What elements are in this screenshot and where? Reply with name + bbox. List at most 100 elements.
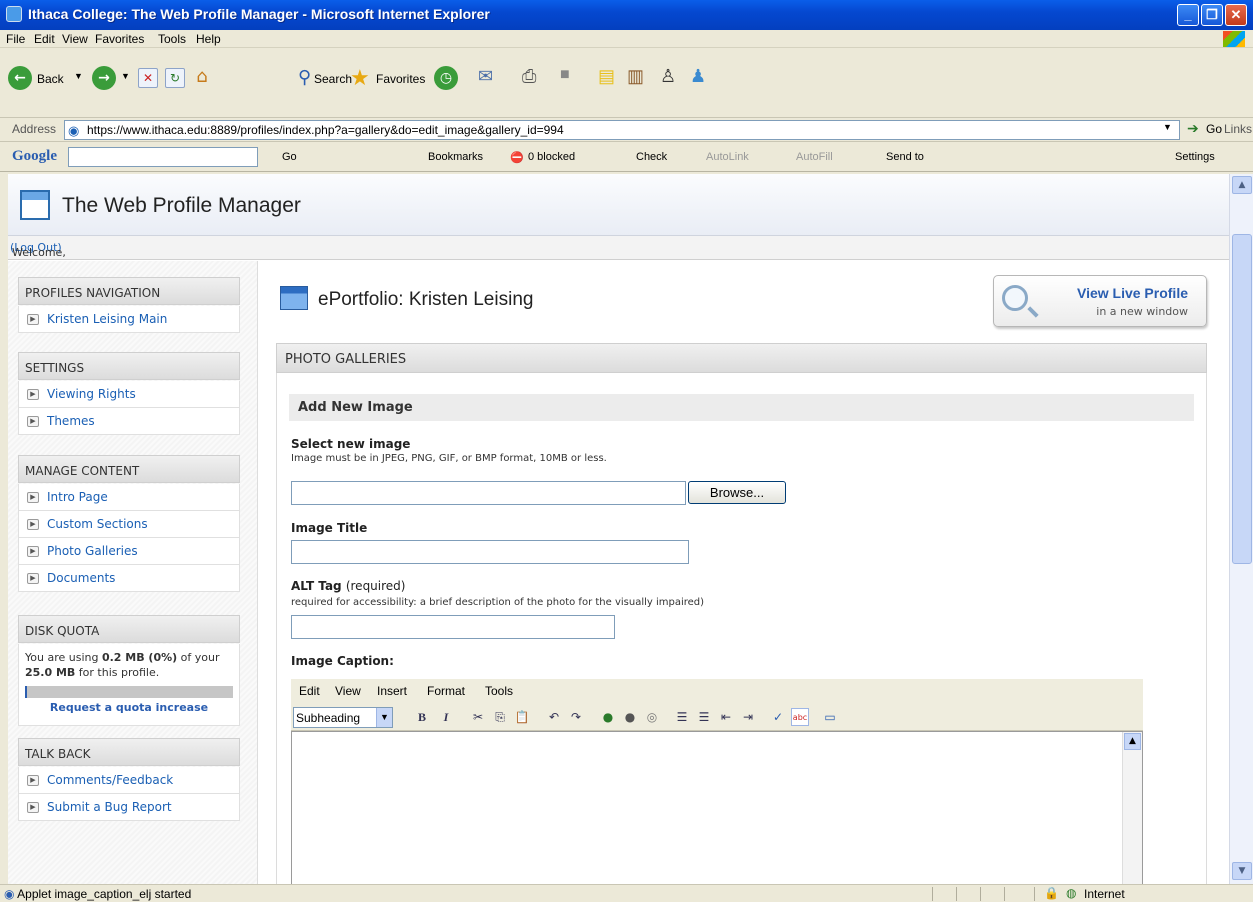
go-button[interactable]: Go	[1206, 122, 1222, 136]
file-path-input[interactable]	[291, 481, 686, 505]
discuss-icon[interactable]: ▤	[598, 66, 615, 87]
scrollbar-thumb[interactable]	[1232, 234, 1252, 564]
stop-icon[interactable]: ✕	[138, 68, 158, 88]
favorites-button[interactable]: Favorites	[376, 72, 425, 86]
remove-link-icon[interactable]: ●	[621, 708, 639, 726]
page-status-icon: ◉	[4, 887, 15, 901]
menu-help[interactable]: Help	[196, 32, 221, 46]
contacts-icon[interactable]: ♟	[690, 66, 706, 87]
image-title-input[interactable]	[291, 540, 689, 564]
search-button[interactable]: Search	[314, 72, 352, 86]
maximize-button[interactable]: ❐	[1201, 4, 1223, 26]
view-live-profile-button[interactable]: View Live Profile in a new window	[993, 275, 1207, 327]
request-quota-link[interactable]: Request a quota increase	[25, 700, 233, 715]
back-dropdown-icon[interactable]: ▼	[74, 71, 83, 81]
sidebar-item-intro-page[interactable]: ▶ Intro Page	[18, 484, 240, 511]
back-button[interactable]: Back	[37, 72, 64, 86]
google-search-input[interactable]	[68, 147, 258, 167]
history-icon[interactable]: ◷	[434, 66, 458, 90]
forward-dropdown-icon[interactable]: ▼	[121, 71, 130, 81]
italic-icon[interactable]: I	[437, 708, 455, 726]
bookmarks-button[interactable]: Bookmarks	[428, 151, 483, 163]
caption-editor-area[interactable]: ▲	[291, 731, 1143, 884]
sidebar-item-submit-bug-report[interactable]: ▶ Submit a Bug Report	[18, 794, 240, 821]
editor-menu-tools[interactable]: Tools	[485, 684, 513, 698]
google-go-button[interactable]: Go	[282, 151, 297, 163]
scroll-up-icon[interactable]: ▲	[1124, 733, 1141, 750]
sidebar-item-photo-galleries[interactable]: ▶ Photo Galleries	[18, 538, 240, 565]
paste-icon[interactable]: 📋	[513, 708, 531, 726]
arrow-bullet-icon: ▶	[27, 416, 39, 427]
links-button[interactable]: Links	[1224, 122, 1252, 136]
menu-file[interactable]: File	[6, 32, 25, 46]
page-title: ePortfolio: Kristen Leising	[318, 289, 534, 310]
unordered-list-icon[interactable]: ☰	[695, 708, 713, 726]
editor-menu-insert[interactable]: Insert	[377, 684, 407, 698]
ordered-list-icon[interactable]: ☰	[673, 708, 691, 726]
menu-edit[interactable]: Edit	[34, 32, 55, 46]
arrow-bullet-icon: ▶	[27, 519, 39, 530]
editor-menu-format[interactable]: Format	[427, 684, 465, 698]
sidebar-item-themes[interactable]: ▶ Themes	[18, 408, 240, 435]
address-input[interactable]: ◉ https://www.ithaca.edu:8889/profiles/i…	[64, 120, 1180, 140]
autofill-button[interactable]: AutoFill	[796, 151, 833, 163]
home-icon[interactable]: ⌂	[192, 68, 212, 88]
sidebar-item-kristen-leising-main[interactable]: ▶ Kristen Leising Main	[18, 306, 240, 333]
alt-tag-label: ALT Tag (required)	[291, 579, 406, 593]
redo-icon[interactable]: ↷	[567, 708, 585, 726]
back-arrow-icon[interactable]: ←	[8, 66, 32, 90]
popup-blocker-icon: ⛔	[510, 152, 524, 164]
undo-icon[interactable]: ↶	[545, 708, 563, 726]
editor-scrollbar[interactable]: ▲	[1122, 732, 1142, 884]
insert-image-icon[interactable]: ◎	[643, 708, 661, 726]
style-select[interactable]: Subheading ▼	[293, 707, 393, 728]
bold-icon[interactable]: B	[413, 708, 431, 726]
editor-menu-view[interactable]: View	[335, 684, 361, 698]
insert-link-icon[interactable]: ●	[599, 708, 617, 726]
favorites-star-icon[interactable]: ★	[350, 65, 370, 91]
alt-tag-input[interactable]	[291, 615, 615, 639]
google-logo: Google	[12, 148, 57, 164]
sidebar-item-documents[interactable]: ▶ Documents	[18, 565, 240, 592]
menu-favorites[interactable]: Favorites	[95, 32, 144, 46]
page-scrollbar[interactable]: ▲ ▼	[1229, 174, 1253, 884]
editor-menu-edit[interactable]: Edit	[299, 684, 320, 698]
mail-icon[interactable]: ✉	[478, 66, 493, 87]
comment-icon[interactable]: ▭	[821, 708, 839, 726]
menu-tools[interactable]: Tools	[158, 32, 186, 46]
scroll-down-icon[interactable]: ▼	[1232, 862, 1252, 880]
minimize-button[interactable]: _	[1177, 4, 1199, 26]
outdent-icon[interactable]: ⇤	[717, 708, 735, 726]
go-arrow-icon[interactable]: ➔	[1187, 120, 1199, 137]
copy-icon[interactable]: ⎘	[491, 708, 509, 726]
search-icon[interactable]: ⚲	[298, 67, 311, 88]
autolink-button[interactable]: AutoLink	[706, 151, 749, 163]
spell-as-you-type-icon[interactable]: abc	[791, 708, 809, 726]
sidebar-heading-talk-back: TALK BACK	[18, 738, 240, 766]
indent-icon[interactable]: ⇥	[739, 708, 757, 726]
settings-button[interactable]: Settings	[1175, 151, 1215, 163]
google-toolbar: Google Go Bookmarks ⛔ 0 blocked Check Au…	[0, 144, 1253, 172]
cut-icon[interactable]: ✂	[469, 708, 487, 726]
spellcheck-button[interactable]: Check	[636, 151, 667, 163]
print-icon[interactable]: ⎙	[522, 66, 536, 87]
scroll-up-icon[interactable]: ▲	[1232, 176, 1252, 194]
messenger-icon[interactable]: ♙	[660, 66, 676, 87]
window-title: Ithaca College: The Web Profile Manager …	[28, 6, 490, 22]
research-icon[interactable]: ▥	[627, 66, 644, 87]
close-button[interactable]: ✕	[1225, 4, 1247, 26]
spellcheck-icon[interactable]: ✓	[769, 708, 787, 726]
sidebar-item-viewing-rights[interactable]: ▶ Viewing Rights	[18, 381, 240, 408]
sidebar-item-custom-sections[interactable]: ▶ Custom Sections	[18, 511, 240, 538]
browse-button[interactable]: Browse...	[688, 481, 786, 504]
ie-icon	[6, 6, 22, 22]
forward-arrow-icon[interactable]: →	[92, 66, 116, 90]
sidebar-item-comments-feedback[interactable]: ▶ Comments/Feedback	[18, 767, 240, 794]
edit-icon[interactable]: ■	[560, 66, 570, 84]
menu-bar: File Edit View Favorites Tools Help	[0, 30, 1253, 48]
refresh-icon[interactable]: ↻	[165, 68, 185, 88]
menu-view[interactable]: View	[62, 32, 88, 46]
address-dropdown-icon[interactable]: ▼	[1163, 122, 1172, 132]
send-to-button[interactable]: Send to	[886, 151, 924, 163]
blocked-count[interactable]: 0 blocked	[528, 151, 575, 163]
